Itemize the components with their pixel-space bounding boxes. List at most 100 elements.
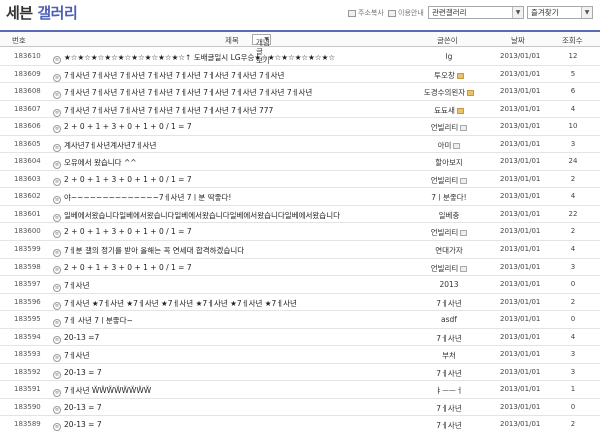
post-title-link[interactable]: ≡ 일베에서왔습니다일베에서왔습니다일베에서왔습니다일베에서왔습니다일베에서왔습니… [53, 210, 340, 222]
writer-name: 7ㅔ사년 [436, 403, 462, 413]
table-row[interactable]: 183594 ≡ 20-13 =7 7ㅔ사년 2013/01/01 4 [0, 329, 600, 347]
post-title-link[interactable]: ≡ 20-13 = 7 [53, 403, 102, 414]
table-row[interactable]: 183599 ≡ 7ㅔ분 갤의 정기를 받아 올해는 꼭 연세대 합격하겠습니다 연대… [0, 241, 600, 259]
post-date: 2013/01/01 [500, 332, 541, 341]
table-row[interactable]: 183595 ≡ 7ㅔ 사년 7ㅣ분좋다~ asdf 2013/01/01 0 [0, 311, 600, 329]
table-row[interactable]: 183597 ≡ 7ㅔ사년 2013 2013/01/01 0 [0, 276, 600, 294]
post-type-icon: ≡ [53, 301, 61, 310]
post-views: 3 [570, 350, 576, 359]
post-title-text: 20-13 = 7 [64, 402, 102, 412]
post-views: 3 [570, 262, 576, 271]
table-row[interactable]: 183593 ≡ 7ㅔ사년 부처 2013/01/01 3 [0, 346, 600, 364]
post-title-link[interactable]: ≡ 7ㅔ분 갤의 정기를 받아 올해는 꼭 연세대 합격하겠습니다 [53, 245, 244, 258]
writer-name: 7ㅣ분좋다! [431, 193, 467, 203]
post-title-link[interactable]: ≡ 7ㅔ사년 [53, 280, 89, 293]
post-type-icon: ≡ [53, 405, 61, 414]
member-icon [460, 177, 468, 184]
post-writer[interactable]: ㅑㅡㅡㅓ [420, 385, 478, 396]
post-writer[interactable]: 부처 [420, 350, 478, 361]
post-title-link[interactable]: ≡ 7ㅔ사년 [53, 350, 89, 363]
post-writer[interactable]: asdf [420, 315, 478, 324]
table-row[interactable]: 183601 ≡ 일베에서왔습니다일베에서왔습니다일베에서왔습니다일베에서왔습니다일… [0, 206, 600, 224]
table-row[interactable]: 183603 ≡ 2 + 0 + 1 + 3 + 0 + 1 + 0 / 1 = 7… [0, 171, 600, 189]
post-title-link[interactable]: ≡ 2 + 0 + 1 + 3 + 0 + 1 + 0 / 1 = 7 [53, 227, 192, 239]
usage-guide-button[interactable]: 이용안내 [388, 8, 424, 18]
post-title-link[interactable]: ≡ 7ㅔ사년 7ㅔ사년 7ㅔ사년 7ㅔ사년 7ㅔ사년 7ㅔ사년 7ㅔ사년 7ㅔ사년… [53, 87, 312, 100]
post-views: 4 [570, 104, 576, 113]
post-writer[interactable]: lg [420, 52, 478, 61]
view-mode-toggle[interactable]: 개념글 보기 ▼ [252, 34, 271, 65]
post-writer[interactable]: 됴됴새 [420, 105, 478, 116]
table-row[interactable]: 183590 ≡ 20-13 = 7 7ㅔ사년 2013/01/01 0 [0, 399, 600, 417]
post-writer[interactable]: 아미 [420, 140, 478, 151]
post-title-link[interactable]: ≡ 7ㅔ사년 7ㅔ사년 7ㅔ사년 7ㅔ사년 7ㅔ사년 7ㅔ사년 7ㅔ사년 7ㅔ사년 [53, 70, 284, 82]
post-writer[interactable]: 7ㅣ분좋다! [420, 192, 478, 203]
post-title-link[interactable]: ≡ 계사년7ㅔ사년계사년7ㅔ사년 [53, 140, 156, 152]
post-writer[interactable]: 연대가자 [420, 245, 478, 256]
related-gallery-select[interactable]: 관련갤러리 ▼ [428, 6, 524, 19]
table-row[interactable]: 183589 ≡ 20-13 = 7 7ㅔ사년 2013/01/01 2 [0, 416, 600, 433]
post-title-link[interactable]: ≡ 20-13 =7 [53, 333, 99, 344]
post-date: 2013/01/01 [500, 174, 541, 183]
table-row[interactable]: 183610 ≡ ★☆★☆★☆★☆★☆★☆★☆★☆★☆↑ 도배글일시 LG우승★☆★… [0, 48, 600, 66]
post-title-text: 7ㅔ사년 7ㅔ사년 7ㅔ사년 7ㅔ사년 7ㅔ사년 7ㅔ사년 7ㅔ사년 777 [64, 105, 274, 115]
post-writer[interactable]: 7ㅔ사년 [420, 420, 478, 431]
post-views: 24 [568, 157, 578, 166]
favorites-value: 즐겨찾기 [531, 8, 559, 17]
gallery-title[interactable]: 세븐 갤러리 [6, 2, 78, 23]
table-row[interactable]: 183600 ≡ 2 + 0 + 1 + 3 + 0 + 1 + 0 / 1 = 7… [0, 223, 600, 242]
post-title-link[interactable]: ≡ ★☆★☆★☆★☆★☆★☆★☆★☆★☆↑ 도배글일시 LG우승★☆★☆★☆★☆★… [53, 52, 335, 64]
post-type-icon: ≡ [53, 354, 61, 363]
table-row[interactable]: 183602 ≡ 야~~~~~~~~~~~~~~7ㅔ사년 7ㅣ분 딱좋다! 7ㅣ분좋다… [0, 188, 600, 206]
favorites-select[interactable]: 즐겨찾기 ▼ [527, 6, 593, 19]
post-views: 3 [570, 367, 576, 376]
fixed-nick-icon [467, 90, 475, 97]
table-row[interactable]: 183604 ≡ 오유에서 왔습니다 ^^ 할아보지 2013/01/01 24 [0, 153, 600, 171]
table-row[interactable]: 183605 ≡ 계사년7ㅔ사년계사년7ㅔ사년 아미 2013/01/01 3 [0, 136, 600, 154]
post-writer[interactable]: 7ㅔ사년 [420, 403, 478, 414]
post-writer[interactable]: 7ㅔ사년 [420, 333, 478, 344]
post-views: 6 [570, 87, 576, 96]
post-writer[interactable]: 언빌리티 [420, 227, 478, 238]
post-title-link[interactable]: ≡ 7ㅔ사년 ★7ㅔ사년 ★7ㅔ사년 ★7ㅔ사년 ★7ㅔ사년 ★7ㅔ사년 ★7ㅔ사… [53, 298, 297, 310]
post-title-link[interactable]: ≡ 20-13 = 7 [53, 368, 102, 379]
post-writer[interactable]: 언빌리티 [420, 263, 478, 274]
post-title-link[interactable]: ≡ 7ㅔ사년 ẄẄẄẄẄẄẄẄ [53, 385, 151, 398]
table-row[interactable]: 183606 ≡ 2 + 0 + 1 + 3 + 0 + 1 + 0 / 1 = 7… [0, 118, 600, 136]
post-writer[interactable]: 언빌리티 [420, 175, 478, 186]
table-row[interactable]: 183596 ≡ 7ㅔ사년 ★7ㅔ사년 ★7ㅔ사년 ★7ㅔ사년 ★7ㅔ사년 ★7ㅔ사… [0, 294, 600, 312]
post-type-icon: ≡ [53, 108, 61, 117]
post-views: 1 [570, 385, 576, 394]
post-title-link[interactable]: ≡ 2 + 0 + 1 + 3 + 0 + 1 + 0 / 1 = 7 [53, 263, 192, 274]
post-writer[interactable]: 할아보지 [420, 157, 478, 168]
table-row[interactable]: 183591 ≡ 7ㅔ사년 ẄẄẄẄẄẄẄẄ ㅑㅡㅡㅓ 2013/01/01 1 [0, 381, 600, 399]
post-writer[interactable]: 7ㅔ사년 [420, 368, 478, 379]
copy-icon [348, 9, 356, 17]
post-title-link[interactable]: ≡ 7ㅔ 사년 7ㅣ분좋다~ [53, 315, 133, 328]
chevron-down-icon: ▼ [512, 7, 523, 18]
post-title-link[interactable]: ≡ 야~~~~~~~~~~~~~~7ㅔ사년 7ㅣ분 딱좋다! [53, 192, 231, 205]
post-writer[interactable]: 7ㅔ사년 [420, 298, 478, 309]
post-title-link[interactable]: ≡ 20-13 = 7 [53, 420, 102, 432]
post-writer[interactable]: 일베충 [420, 210, 478, 221]
post-writer[interactable]: 2013 [420, 280, 478, 289]
post-writer[interactable]: 도경수의왼자 [420, 87, 478, 98]
table-row[interactable]: 183598 ≡ 2 + 0 + 1 + 3 + 0 + 1 + 0 / 1 = 7… [0, 259, 600, 277]
post-title-link[interactable]: ≡ 2 + 0 + 1 + 3 + 0 + 1 + 0 / 1 = 7 [53, 175, 192, 186]
post-writer[interactable]: 언빌리티 [420, 122, 478, 133]
post-date: 2013/01/01 [500, 69, 541, 78]
post-date: 2013/01/01 [500, 420, 541, 429]
post-title-link[interactable]: ≡ 오유에서 왔습니다 ^^ [53, 157, 137, 170]
table-row[interactable]: 183609 ≡ 7ㅔ사년 7ㅔ사년 7ㅔ사년 7ㅔ사년 7ㅔ사년 7ㅔ사년 7ㅔ사… [0, 66, 600, 84]
table-row[interactable]: 183607 ≡ 7ㅔ사년 7ㅔ사년 7ㅔ사년 7ㅔ사년 7ㅔ사년 7ㅔ사년 7ㅔ사… [0, 101, 600, 119]
post-number: 183592 [14, 367, 41, 376]
table-row[interactable]: 183608 ≡ 7ㅔ사년 7ㅔ사년 7ㅔ사년 7ㅔ사년 7ㅔ사년 7ㅔ사년 7ㅔ사… [0, 83, 600, 101]
post-title-text: 7ㅔ사년 ★7ㅔ사년 ★7ㅔ사년 ★7ㅔ사년 ★7ㅔ사년 ★7ㅔ사년 ★7ㅔ사년 [64, 298, 297, 308]
table-row[interactable]: 183592 ≡ 20-13 = 7 7ㅔ사년 2013/01/01 3 [0, 364, 600, 382]
gallery-title-part2: 갤러리 [37, 4, 78, 22]
post-title-link[interactable]: ≡ 2 + 0 + 1 + 3 + 0 + 1 + 0 / 1 = 7 [53, 122, 192, 134]
post-writer[interactable]: 투오창 [420, 70, 478, 81]
post-title-link[interactable]: ≡ 7ㅔ사년 7ㅔ사년 7ㅔ사년 7ㅔ사년 7ㅔ사년 7ㅔ사년 7ㅔ사년 777 [53, 105, 273, 117]
post-type-icon: ≡ [53, 213, 61, 222]
copy-address-button[interactable]: 주소복사 [348, 8, 384, 18]
